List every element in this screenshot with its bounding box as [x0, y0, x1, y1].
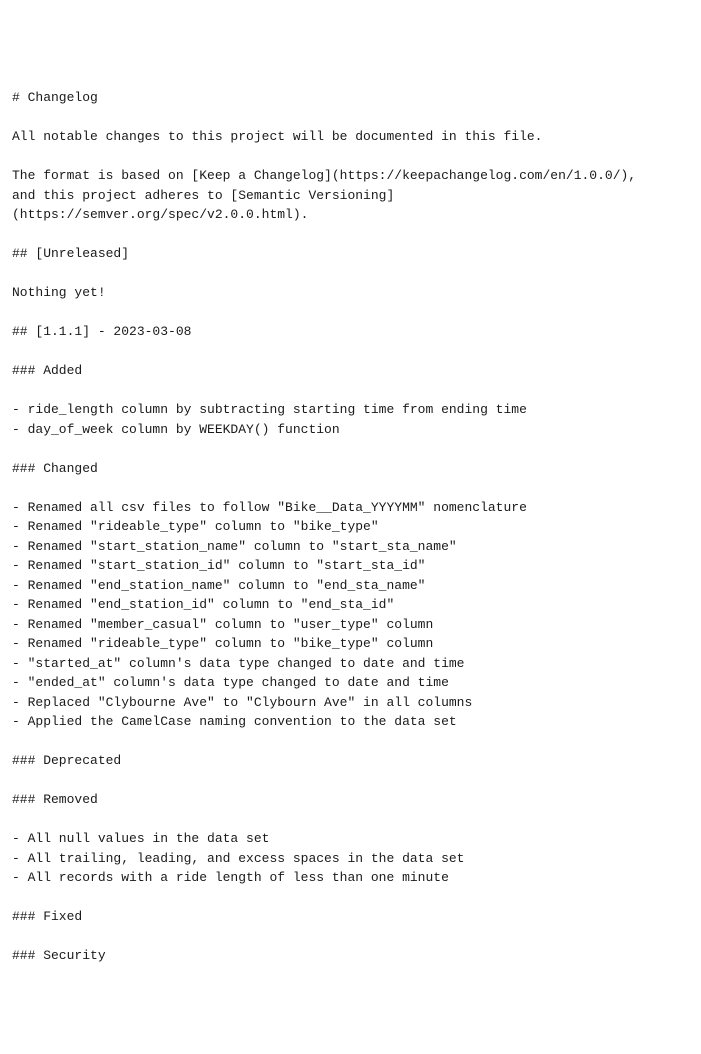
security-heading: ### Security: [12, 948, 106, 963]
intro-text: All notable changes to this project will…: [12, 129, 543, 144]
changed-item: - Renamed "end_station_id" column to "en…: [12, 597, 394, 612]
removed-item: - All null values in the data set: [12, 831, 269, 846]
removed-heading: ### Removed: [12, 792, 98, 807]
changed-item: - Applied the CamelCase naming conventio…: [12, 714, 457, 729]
adheres-text: and this project adheres to [Semantic Ve…: [12, 188, 394, 223]
deprecated-heading: ### Deprecated: [12, 753, 121, 768]
format-text: The format is based on [Keep a Changelog…: [12, 168, 636, 183]
changed-item: - Renamed all csv files to follow "Bike_…: [12, 500, 527, 515]
unreleased-body: Nothing yet!: [12, 285, 106, 300]
unreleased-heading: ## [Unreleased]: [12, 246, 129, 261]
changed-item: - Renamed "start_station_id" column to "…: [12, 558, 425, 573]
changed-item: - Renamed "rideable_type" column to "bik…: [12, 636, 433, 651]
release-heading: ## [1.1.1] - 2023-03-08: [12, 324, 191, 339]
changed-item: - "ended_at" column's data type changed …: [12, 675, 449, 690]
changed-item: - Renamed "start_station_name" column to…: [12, 539, 457, 554]
added-item: - day_of_week column by WEEKDAY() functi…: [12, 422, 340, 437]
removed-item: - All records with a ride length of less…: [12, 870, 449, 885]
changed-item: - Renamed "member_casual" column to "use…: [12, 617, 433, 632]
added-heading: ### Added: [12, 363, 82, 378]
title-heading: # Changelog: [12, 90, 98, 105]
fixed-heading: ### Fixed: [12, 909, 82, 924]
removed-item: - All trailing, leading, and excess spac…: [12, 851, 464, 866]
added-item: - ride_length column by subtracting star…: [12, 402, 527, 417]
changed-item: - Renamed "end_station_name" column to "…: [12, 578, 425, 593]
changed-item: - Replaced "Clybourne Ave" to "Clybourn …: [12, 695, 472, 710]
changed-item: - Renamed "rideable_type" column to "bik…: [12, 519, 379, 534]
changed-heading: ### Changed: [12, 461, 98, 476]
changed-item: - "started_at" column's data type change…: [12, 656, 464, 671]
